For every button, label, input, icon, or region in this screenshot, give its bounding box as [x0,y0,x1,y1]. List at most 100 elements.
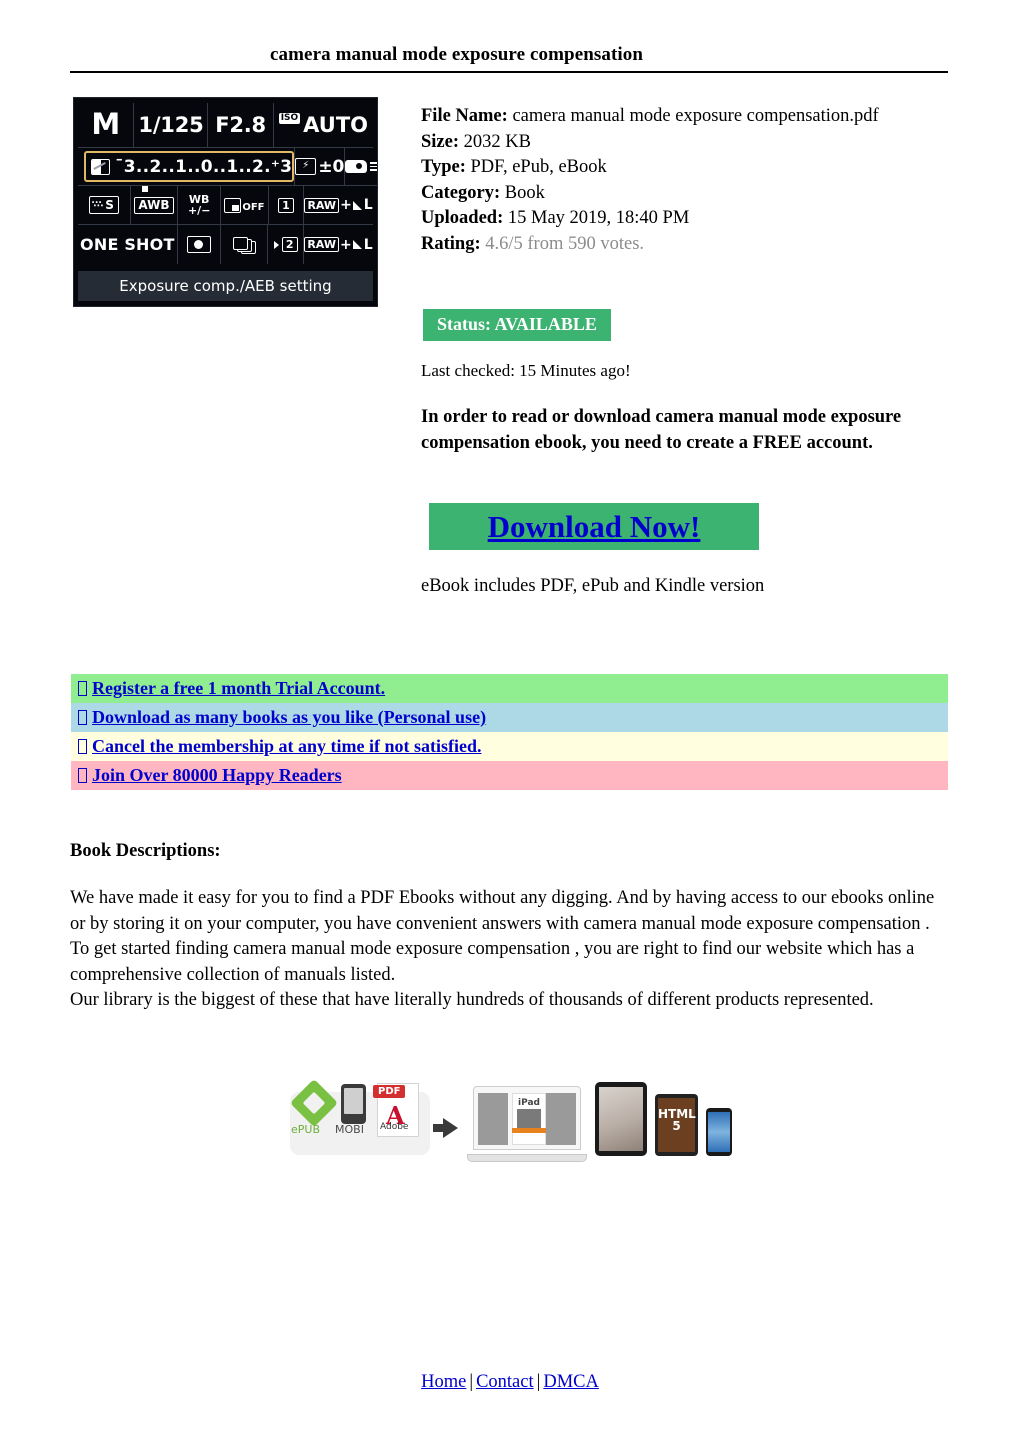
meta-row-category: Category: Book [421,181,951,207]
quality-size-1: L [363,197,373,214]
shutter-speed-value: 1/125 [138,112,204,137]
image-quality-1-cell: RAW + L [304,186,373,226]
book-descriptions-body: We have made it easy for you to find a P… [70,886,950,1014]
file-name-value: camera manual mode exposure compensation… [512,106,879,126]
file-name-label: File Name: [421,106,508,126]
description-paragraph-2: Our library is the biggest of these that… [70,990,874,1010]
pdf-label: PDF [373,1085,406,1098]
flash-exposure-comp-cell: ⚡ ±0 [295,147,346,187]
description-paragraph-1: We have made it easy for you to find a P… [70,888,935,985]
meta-row-file-name: File Name: camera manual mode exposure c… [421,104,951,130]
uploaded-label: Uploaded: [421,208,504,228]
laptop-screen-left-panel [478,1093,508,1145]
last-checked-text: Last checked: 15 Minutes ago! [421,361,631,380]
file-metadata: File Name: camera manual mode exposure c… [421,104,951,257]
picture-style-value: S [105,198,114,213]
category-value: Book [504,182,545,203]
footer-link-home[interactable]: Home [421,1372,466,1392]
ipad-screen [599,1087,643,1151]
picture-style-icon: ∵∴ S [88,196,119,215]
lcd-row-exposure-basics: M 1/125 F2.8 ISO AUTO [78,103,373,148]
meta-row-uploaded: Uploaded: 15 May 2019, 18:40 PM [421,206,951,232]
auto-lighting-optimizer-icon [224,197,242,213]
benefit-link-cancel[interactable]: Cancel the membership at any time if not… [78,736,481,757]
wb-shift-cell: WB +/− [178,186,222,226]
header-divider [70,71,948,73]
laptop-screen-right-panel [546,1093,576,1145]
lcd-row-exposure-compensation: ¯3..2..1..0..1..2.⁺3 ⚡ ±0 [78,147,377,193]
ipad-device [595,1082,647,1156]
shooting-mode-value: M [91,107,121,142]
card-slot-1-value: 1 [278,197,294,213]
meta-row-size: Size: 2032 KB [421,130,951,156]
bullet-box-icon [78,739,87,754]
status-badge: Status: AVAILABLE [423,309,611,341]
meta-row-type: Type: PDF, ePub, eBook [421,155,951,181]
laptop-screen: iPad [473,1086,581,1150]
benefit-link-join[interactable]: Join Over 80000 Happy Readers [78,765,342,786]
lcd-settings-grid: M 1/125 F2.8 ISO AUTO ¯3..2..1..0..1..2.… [78,103,377,264]
footer-link-dmca[interactable]: DMCA [543,1372,599,1392]
quality-triangle-icon-1 [352,200,362,210]
image-quality-2-cell: RAW + L [304,225,373,264]
smartphone-device [706,1108,732,1156]
footer-separator-1: | [469,1372,474,1392]
aperture-cell: F2.8 [208,103,274,148]
lcd-row-af-drive: ONE SHOT 2 RAW + L [78,225,373,264]
download-now-button[interactable]: Download Now! [429,503,759,550]
benefit-bar-download[interactable]: Download as many books as you like (Pers… [71,703,948,732]
camera-settings-cell [345,148,377,187]
rating-label: Rating: [421,233,481,254]
flash-comp-value: ±0 [318,156,345,177]
wb-shift-icon: WB +/− [188,194,210,216]
laptop-accent-bar [512,1128,546,1133]
benefit-link-register[interactable]: Register a free 1 month Trial Account. [78,678,385,699]
shutter-speed-cell: 1/125 [134,103,209,148]
benefits-list: Register a free 1 month Trial Account. D… [71,674,948,790]
footer-links: Home | Contact | DMCA [0,1372,1020,1393]
document-page: camera manual mode exposure compensation… [0,0,1020,1442]
mobi-label: MOBI [335,1123,364,1136]
benefit-bar-join[interactable]: Join Over 80000 Happy Readers [71,761,948,790]
type-label: Type: [421,157,466,177]
card-arrow-icon [273,240,279,249]
raw-tag-2: RAW [304,237,339,253]
white-balance-value: AWB [134,196,174,214]
iso-icon: ISO [278,113,301,125]
arrow-right-icon [443,1118,458,1138]
exposure-compensation-highlight: ¯3..2..1..0..1..2.⁺3 [84,150,295,193]
category-label: Category: [421,182,501,203]
card-slot-1-cell: 1 [268,186,305,226]
page-header: camera manual mode exposure compensation [70,44,948,73]
quality-triangle-icon-2 [352,240,362,250]
bullet-box-icon [78,710,87,725]
smartphone-screen [708,1112,730,1152]
lcd-caption: Exposure comp./AEB setting [78,271,373,301]
benefit-bar-register[interactable]: Register a free 1 month Trial Account. [71,674,948,703]
mobi-device-icon [341,1084,366,1124]
drive-mode-icon [232,236,256,254]
kindle-screen: HTML 5 [658,1098,696,1152]
ebook-formats-note: eBook includes PDF, ePub and Kindle vers… [421,576,765,596]
iso-cell: ISO AUTO [273,103,373,148]
size-label: Size: [421,131,460,152]
benefit-label-download: Download as many books as you like (Pers… [92,707,487,727]
uploaded-value: 15 May 2019, 18:40 PM [507,208,690,228]
benefit-bar-cancel[interactable]: Cancel the membership at any time if not… [71,732,948,761]
shooting-mode-cell: M [78,103,135,148]
af-mode-value: ONE SHOT [80,235,175,255]
page-title: camera manual mode exposure compensation [270,44,644,65]
aperture-value: F2.8 [215,112,266,137]
book-descriptions-heading: Book Descriptions: [70,841,221,861]
white-balance-cell: AWB [130,186,179,226]
footer-link-contact[interactable]: Contact [476,1372,534,1392]
create-account-message: In order to read or download camera manu… [421,407,902,453]
menu-lines-icon [370,162,377,171]
wb-shift-bottom: +/− [187,204,211,218]
iso-value: AUTO [303,112,369,137]
download-now-label: Download Now! [487,508,701,544]
kindle-device: HTML 5 [655,1094,698,1156]
benefit-link-download[interactable]: Download as many books as you like (Pers… [78,707,486,728]
adobe-label: Adobe [380,1122,409,1132]
af-mode-cell: ONE SHOT [78,225,178,264]
